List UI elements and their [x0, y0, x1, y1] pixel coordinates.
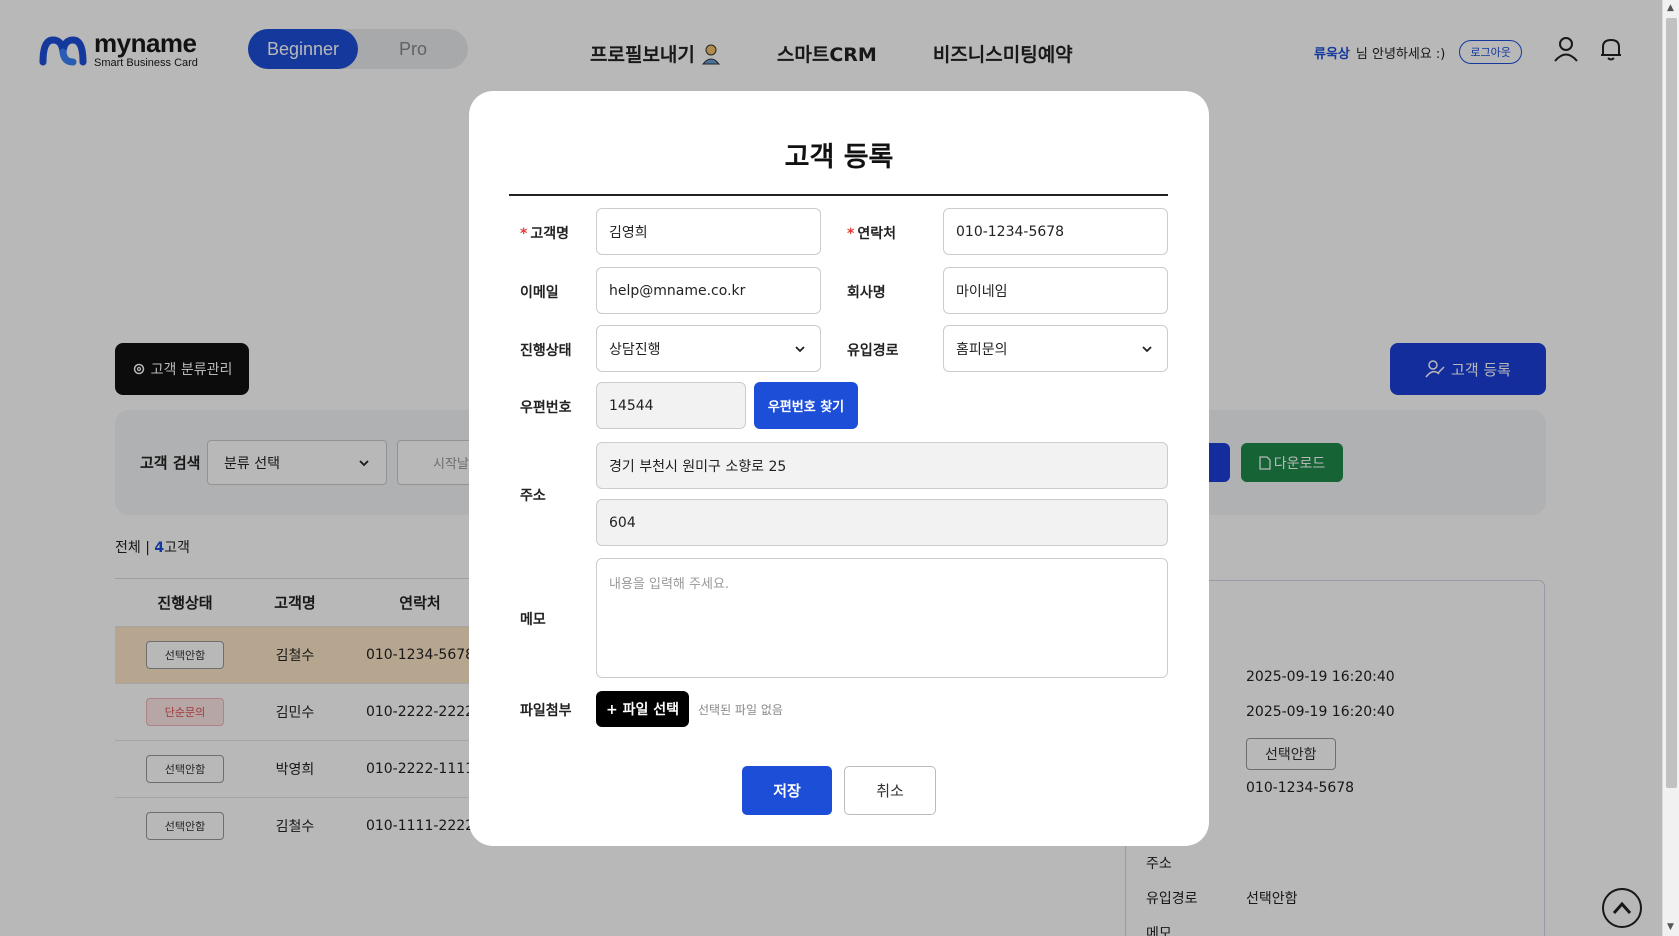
label-zip: 우편번호: [520, 400, 572, 416]
source-select[interactable]: 홈피문의: [943, 325, 1168, 372]
zip-field[interactable]: 14544: [596, 382, 746, 429]
company-field[interactable]: 마이네임: [943, 267, 1168, 314]
status-select[interactable]: 상담진행: [596, 325, 821, 372]
customer-register-modal: 고객 등록 * 고객명 김영희 * 연락처 010-1234-5678 이메일 he…: [469, 91, 1209, 846]
label-status: 진행상태: [520, 343, 572, 359]
divider: [509, 194, 1168, 196]
memo-textarea[interactable]: 내용을 입력해 주세요.: [596, 558, 1168, 678]
name-field[interactable]: 김영희: [596, 208, 821, 255]
modal-title: 고객 등록: [784, 142, 894, 173]
scroll-thumb[interactable]: [1666, 18, 1677, 788]
address-field[interactable]: 경기 부천시 원미구 소향로 25: [596, 442, 1168, 489]
label-email: 이메일: [520, 285, 559, 301]
find-zip-button[interactable]: 우편번호 찾기: [754, 382, 858, 429]
chevron-down-icon: [795, 345, 805, 352]
scroll-up-icon[interactable]: ▲: [1667, 3, 1674, 13]
scroll-down-icon[interactable]: ▼: [1667, 922, 1674, 932]
scrollbar[interactable]: ▲ ▼: [1662, 0, 1679, 936]
label-address: 주소: [520, 488, 546, 504]
phone-field[interactable]: 010-1234-5678: [943, 208, 1168, 255]
file-status-text: 선택된 파일 없음: [698, 703, 783, 717]
label-source: 유입경로: [847, 343, 899, 359]
label-memo: 메모: [520, 612, 546, 628]
label-name: * 고객명: [520, 226, 569, 242]
label-phone: * 연락처: [847, 226, 896, 242]
address-detail-field[interactable]: 604: [596, 499, 1168, 546]
chevron-down-icon: [1142, 345, 1152, 352]
label-file: 파일첨부: [520, 703, 572, 719]
label-company: 회사명: [847, 285, 886, 301]
file-select-button[interactable]: + 파일 선택: [596, 691, 689, 727]
cancel-button[interactable]: 취소: [844, 766, 936, 815]
email-field[interactable]: help@mname.co.kr: [596, 267, 821, 314]
save-button[interactable]: 저장: [742, 766, 832, 815]
